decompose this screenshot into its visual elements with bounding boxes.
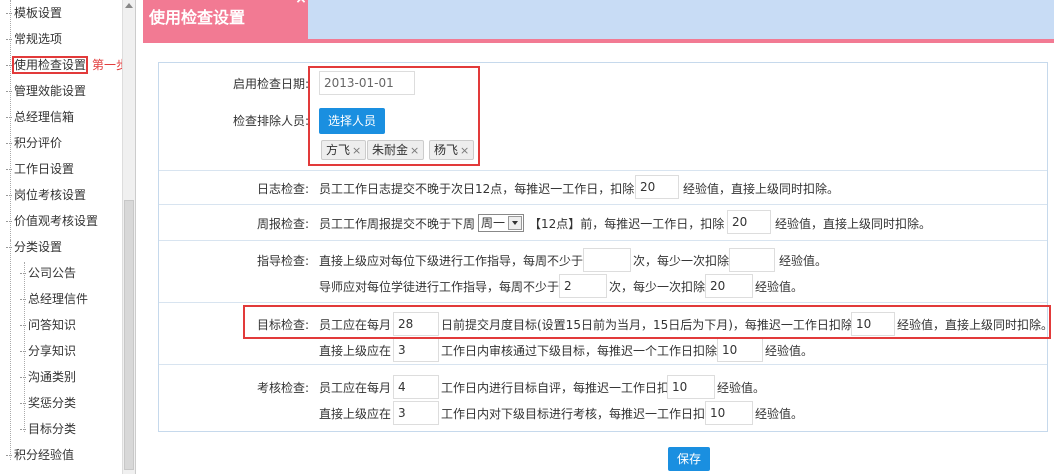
daily-text-end: 经验值，直接上级同时扣除。 (683, 182, 840, 196)
guide-min-input[interactable] (583, 248, 631, 272)
assess-review-text-3: 经验值。 (755, 407, 804, 421)
sidebar-item-template[interactable]: 模板设置 (6, 3, 62, 23)
target-review-text-3: 经验值。 (765, 344, 814, 358)
guide-label: 指导检查: (256, 254, 309, 268)
tree-line (10, 240, 11, 460)
sidebar-item-gm-mailbox[interactable]: 总经理信箱 (6, 107, 74, 127)
weekly-deduct-input[interactable]: 20 (727, 210, 771, 234)
sidebar-item-label: 目标分类 (28, 422, 77, 436)
sidebar-item-label: 问答知识 (28, 318, 77, 332)
assess-text-2: 工作日内进行目标自评，每推迟一工作日扣 (441, 381, 670, 395)
sidebar-item-communication[interactable]: 沟通类别 (20, 367, 76, 387)
sidebar-item-label: 总经理信件 (28, 292, 89, 306)
assess-review-text-2: 工作日内对下级目标进行考核，每推迟一工作日扣 (441, 407, 706, 421)
self-eval-deduct-input[interactable]: 10 (667, 375, 715, 399)
assess-text-1: 员工应在每月 (319, 381, 392, 395)
guide-text-3: 经验值。 (779, 254, 828, 268)
tab-usage-check[interactable]: 使用检查设置 × (143, 0, 308, 42)
chevron-down-icon[interactable] (508, 216, 522, 230)
sidebar-item-announcement[interactable]: 公司公告 (20, 263, 76, 283)
assess-review-input[interactable]: 3 (393, 401, 439, 425)
sidebar-item-post-assess[interactable]: 岗位考核设置 (6, 185, 86, 205)
start-date-label: 启用检查日期: (232, 77, 309, 91)
daily-deduct-input[interactable]: 20 (635, 175, 679, 199)
sidebar-item-label: 模板设置 (14, 6, 63, 20)
sidebar-item-usage-check[interactable]: 使用检查设置 (6, 55, 89, 75)
sidebar-item-label: 积分评价 (14, 136, 63, 150)
sidebar-item-label: 积分经验值 (14, 448, 75, 462)
assess-review-deduct-input[interactable]: 10 (705, 401, 753, 425)
mentor-min-input[interactable]: 2 (559, 274, 607, 298)
sidebar-item-label: 工作日设置 (14, 162, 75, 176)
sidebar-item-label: 使用检查设置 (11, 56, 89, 74)
weekly-text-end: 经验值，直接上级同时扣除。 (775, 217, 932, 231)
daily-label: 日志检查: (256, 182, 309, 196)
assess-label: 考核检查: (256, 381, 309, 395)
target-review-text-1: 直接上级应在 (319, 344, 392, 358)
row-divider (159, 240, 1047, 241)
scroll-thumb[interactable] (124, 200, 134, 470)
sidebar-item-label: 沟通类别 (28, 370, 77, 384)
target-review-text-2: 工作日内审核通过下级目标，每推迟一个工作日扣除 (441, 344, 718, 358)
sidebar-item-target-cat[interactable]: 目标分类 (20, 419, 76, 439)
self-eval-input[interactable]: 4 (393, 375, 439, 399)
sidebar-item-reward[interactable]: 奖惩分类 (20, 393, 76, 413)
sidebar-item-values-assess[interactable]: 价值观考核设置 (6, 211, 98, 231)
sidebar-item-label: 奖惩分类 (28, 396, 77, 410)
scroll-up-icon[interactable] (125, 3, 133, 8)
settings-form: 启用检查日期: 2013-01-01 检查排除人员: 选择人员 方飞 × 朱耐金 ×… (158, 62, 1053, 432)
sidebar-item-label: 管理效能设置 (14, 84, 87, 98)
sidebar-item-share[interactable]: 分享知识 (20, 341, 76, 361)
sidebar-item-label: 常规选项 (14, 32, 63, 46)
sidebar-item-label: 公司公告 (28, 266, 77, 280)
sidebar-item-gm-letters[interactable]: 总经理信件 (20, 289, 88, 309)
weekly-label: 周报检查: (256, 217, 309, 231)
sidebar-item-qa[interactable]: 问答知识 (20, 315, 76, 335)
weekday-value: 周一 (481, 216, 506, 230)
exclude-label: 检查排除人员: (232, 114, 309, 128)
guide-text-2: 次，每少一次扣除 (633, 254, 730, 268)
assess-review-text-1: 直接上级应在 (319, 407, 392, 421)
sidebar-item-label: 分享知识 (28, 344, 77, 358)
mentor-text-2: 次，每少一次扣除 (609, 280, 706, 294)
sidebar-item-general[interactable]: 常规选项 (6, 29, 62, 49)
weekly-text-mid: 【12点】前，每推迟一工作日，扣除 (529, 217, 725, 231)
sidebar-item-points-exp[interactable]: 积分经验值 (6, 445, 74, 465)
weekday-select[interactable]: 周一 (478, 214, 524, 232)
sidebar-item-label: 价值观考核设置 (14, 214, 99, 228)
save-button[interactable]: 保存 (668, 447, 710, 471)
guide-deduct-input[interactable] (729, 248, 775, 272)
sidebar-item-label: 岗位考核设置 (14, 188, 87, 202)
guide-text-1: 直接上级应对每位下级进行工作指导，每周不少于 (319, 254, 584, 268)
sidebar-item-points-eval[interactable]: 积分评价 (6, 133, 62, 153)
sidebar-item-label: 分类设置 (14, 240, 63, 254)
sidebar-item-label: 总经理信箱 (14, 110, 75, 124)
row-divider (159, 170, 1047, 171)
mentor-text-1: 导师应对每位学徒进行工作指导，每周不少于 (319, 280, 560, 294)
row-divider (159, 204, 1047, 205)
highlight-box-target (243, 305, 1051, 339)
row-divider (159, 302, 1047, 303)
sidebar-item-management[interactable]: 管理效能设置 (6, 81, 86, 101)
tab-title: 使用检查设置 (149, 8, 246, 27)
mentor-deduct-input[interactable]: 20 (705, 274, 753, 298)
daily-text: 员工工作日志提交不晚于次日12点，每推迟一工作日，扣除 (319, 182, 635, 196)
target-review-input[interactable]: 3 (393, 338, 439, 362)
sidebar-tree: 模板设置 常规选项 使用检查设置 第一步 管理效能设置 总经理信箱 积分评价 工… (0, 0, 136, 474)
sidebar-item-workday[interactable]: 工作日设置 (6, 159, 74, 179)
sidebar-item-category[interactable]: 分类设置 (6, 237, 62, 257)
close-icon[interactable]: × (294, 0, 308, 6)
mentor-text-3: 经验值。 (755, 280, 804, 294)
assess-text-3: 经验值。 (717, 381, 766, 395)
sidebar-scrollbar[interactable] (122, 0, 135, 474)
row-divider (159, 364, 1047, 365)
highlight-box-date-exclude (308, 66, 480, 166)
weekly-text: 员工工作周报提交不晚于下周 (319, 217, 476, 231)
target-review-deduct-input[interactable]: 10 (717, 338, 763, 362)
